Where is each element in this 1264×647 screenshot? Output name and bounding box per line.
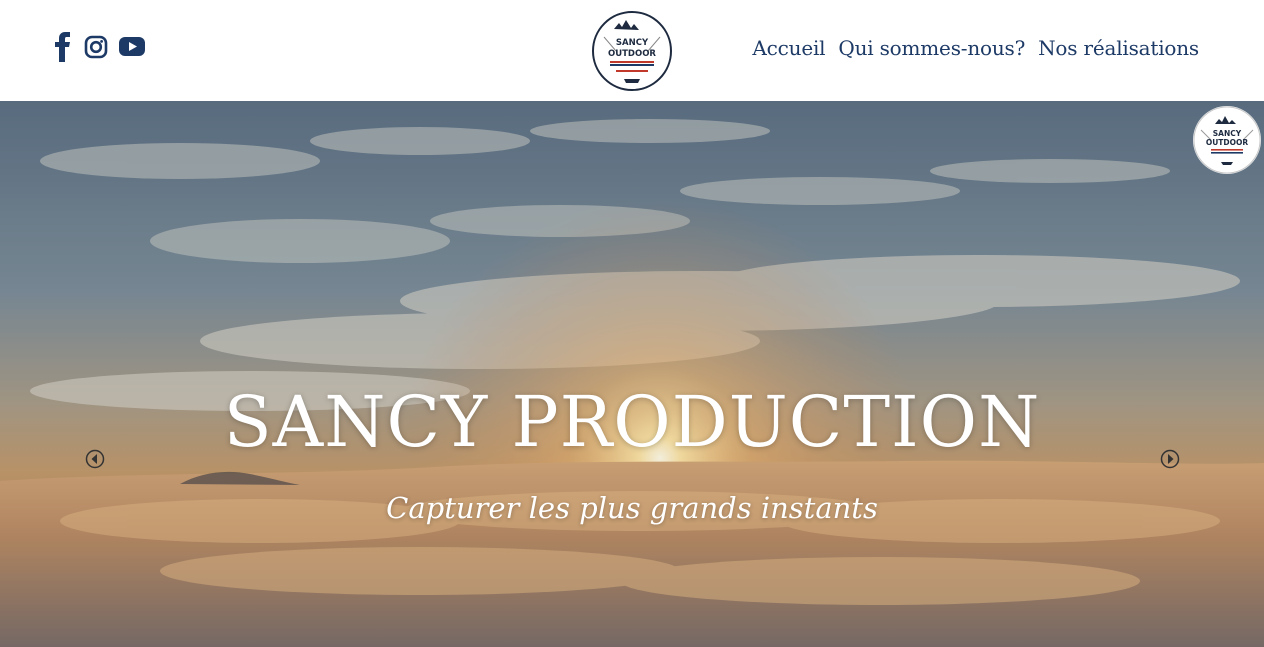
floating-logo-badge[interactable]: SANCY OUTDOOR [1193, 106, 1261, 174]
hero-slider: SANCY PRODUCTION Capturer les plus grand… [0, 101, 1264, 647]
logo-text-line2: OUTDOOR [608, 49, 656, 59]
instagram-link[interactable] [84, 35, 108, 59]
drone-icon [624, 79, 640, 83]
nav-item-qui-sommes-nous[interactable]: Qui sommes-nous? [838, 36, 1025, 60]
instagram-icon [84, 35, 108, 59]
nav-item-nos-realisations[interactable]: Nos réalisations [1038, 36, 1199, 60]
youtube-icon [119, 37, 145, 56]
badge-text-line2: OUTDOOR [1206, 138, 1249, 147]
hero-background-image [0, 101, 1264, 647]
site-logo[interactable]: SANCY OUTDOOR [590, 9, 674, 93]
facebook-link[interactable] [52, 32, 74, 62]
hero-title: SANCY PRODUCTION [223, 381, 1041, 463]
facebook-icon [55, 32, 70, 62]
slider-next-button[interactable] [1160, 449, 1180, 469]
badge-text-line1: SANCY [1213, 129, 1242, 138]
hero-subtitle: Capturer les plus grands instants [386, 491, 878, 525]
arrow-right-circle-icon [1160, 449, 1180, 469]
site-header: SANCY OUTDOOR Accueil Qui sommes-nous? N… [0, 0, 1264, 101]
social-links [52, 32, 156, 62]
youtube-link[interactable] [118, 36, 146, 58]
arrow-left-circle-icon [85, 449, 105, 469]
main-nav: Accueil Qui sommes-nous? Nos réalisation… [739, 36, 1199, 60]
slider-prev-button[interactable] [85, 449, 105, 469]
drone-icon [1221, 162, 1233, 165]
nav-item-accueil[interactable]: Accueil [752, 36, 825, 60]
logo-text-line1: SANCY [616, 38, 649, 48]
